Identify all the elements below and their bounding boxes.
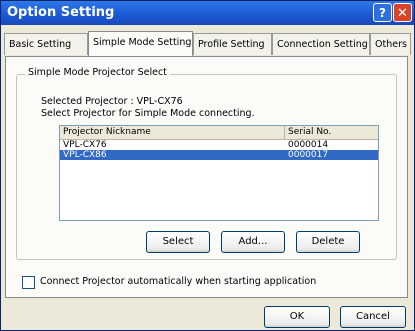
list-header: Projector Nickname Serial No.: [60, 126, 378, 140]
tab-others[interactable]: Others: [370, 33, 411, 55]
row-nickname: VPL-CX86: [63, 150, 107, 160]
instruction-text: Select Projector for Simple Mode connect…: [41, 108, 255, 119]
column-header-serial[interactable]: Serial No.: [285, 126, 378, 139]
auto-connect-label: Connect Projector automatically when sta…: [40, 276, 317, 287]
delete-button[interactable]: Delete: [296, 231, 360, 253]
auto-connect-checkbox[interactable]: [22, 276, 35, 289]
ok-button[interactable]: OK: [264, 306, 330, 328]
add-button[interactable]: Add...: [221, 231, 285, 253]
row-serial: 0000017: [288, 150, 329, 160]
tab-simple-mode-setting[interactable]: Simple Mode Setting: [88, 31, 193, 56]
table-row-selected[interactable]: VPL-CX86 0000017: [60, 150, 378, 160]
projector-list[interactable]: Projector Nickname Serial No. VPL-CX76 0…: [59, 125, 379, 221]
selected-projector-text: Selected Projector : VPL-CX76: [41, 96, 183, 107]
group-legend: Simple Mode Projector Select: [25, 67, 170, 78]
table-row[interactable]: VPL-CX76 0000014: [60, 140, 378, 150]
row-nickname: VPL-CX76: [63, 140, 107, 150]
close-icon[interactable]: ✕: [393, 3, 412, 22]
title-bar[interactable]: Option Setting ? ✕: [1, 1, 414, 25]
help-icon[interactable]: ?: [373, 3, 392, 22]
row-serial: 0000014: [288, 140, 329, 150]
window-title: Option Setting: [7, 5, 115, 20]
select-button[interactable]: Select: [146, 231, 210, 253]
cancel-button[interactable]: Cancel: [340, 306, 406, 328]
column-header-nickname[interactable]: Projector Nickname: [60, 126, 285, 139]
tab-basic-setting[interactable]: Basic Setting: [4, 33, 88, 55]
tab-profile-setting[interactable]: Profile Setting: [193, 33, 272, 55]
tab-connection-setting[interactable]: Connection Setting: [272, 33, 370, 55]
